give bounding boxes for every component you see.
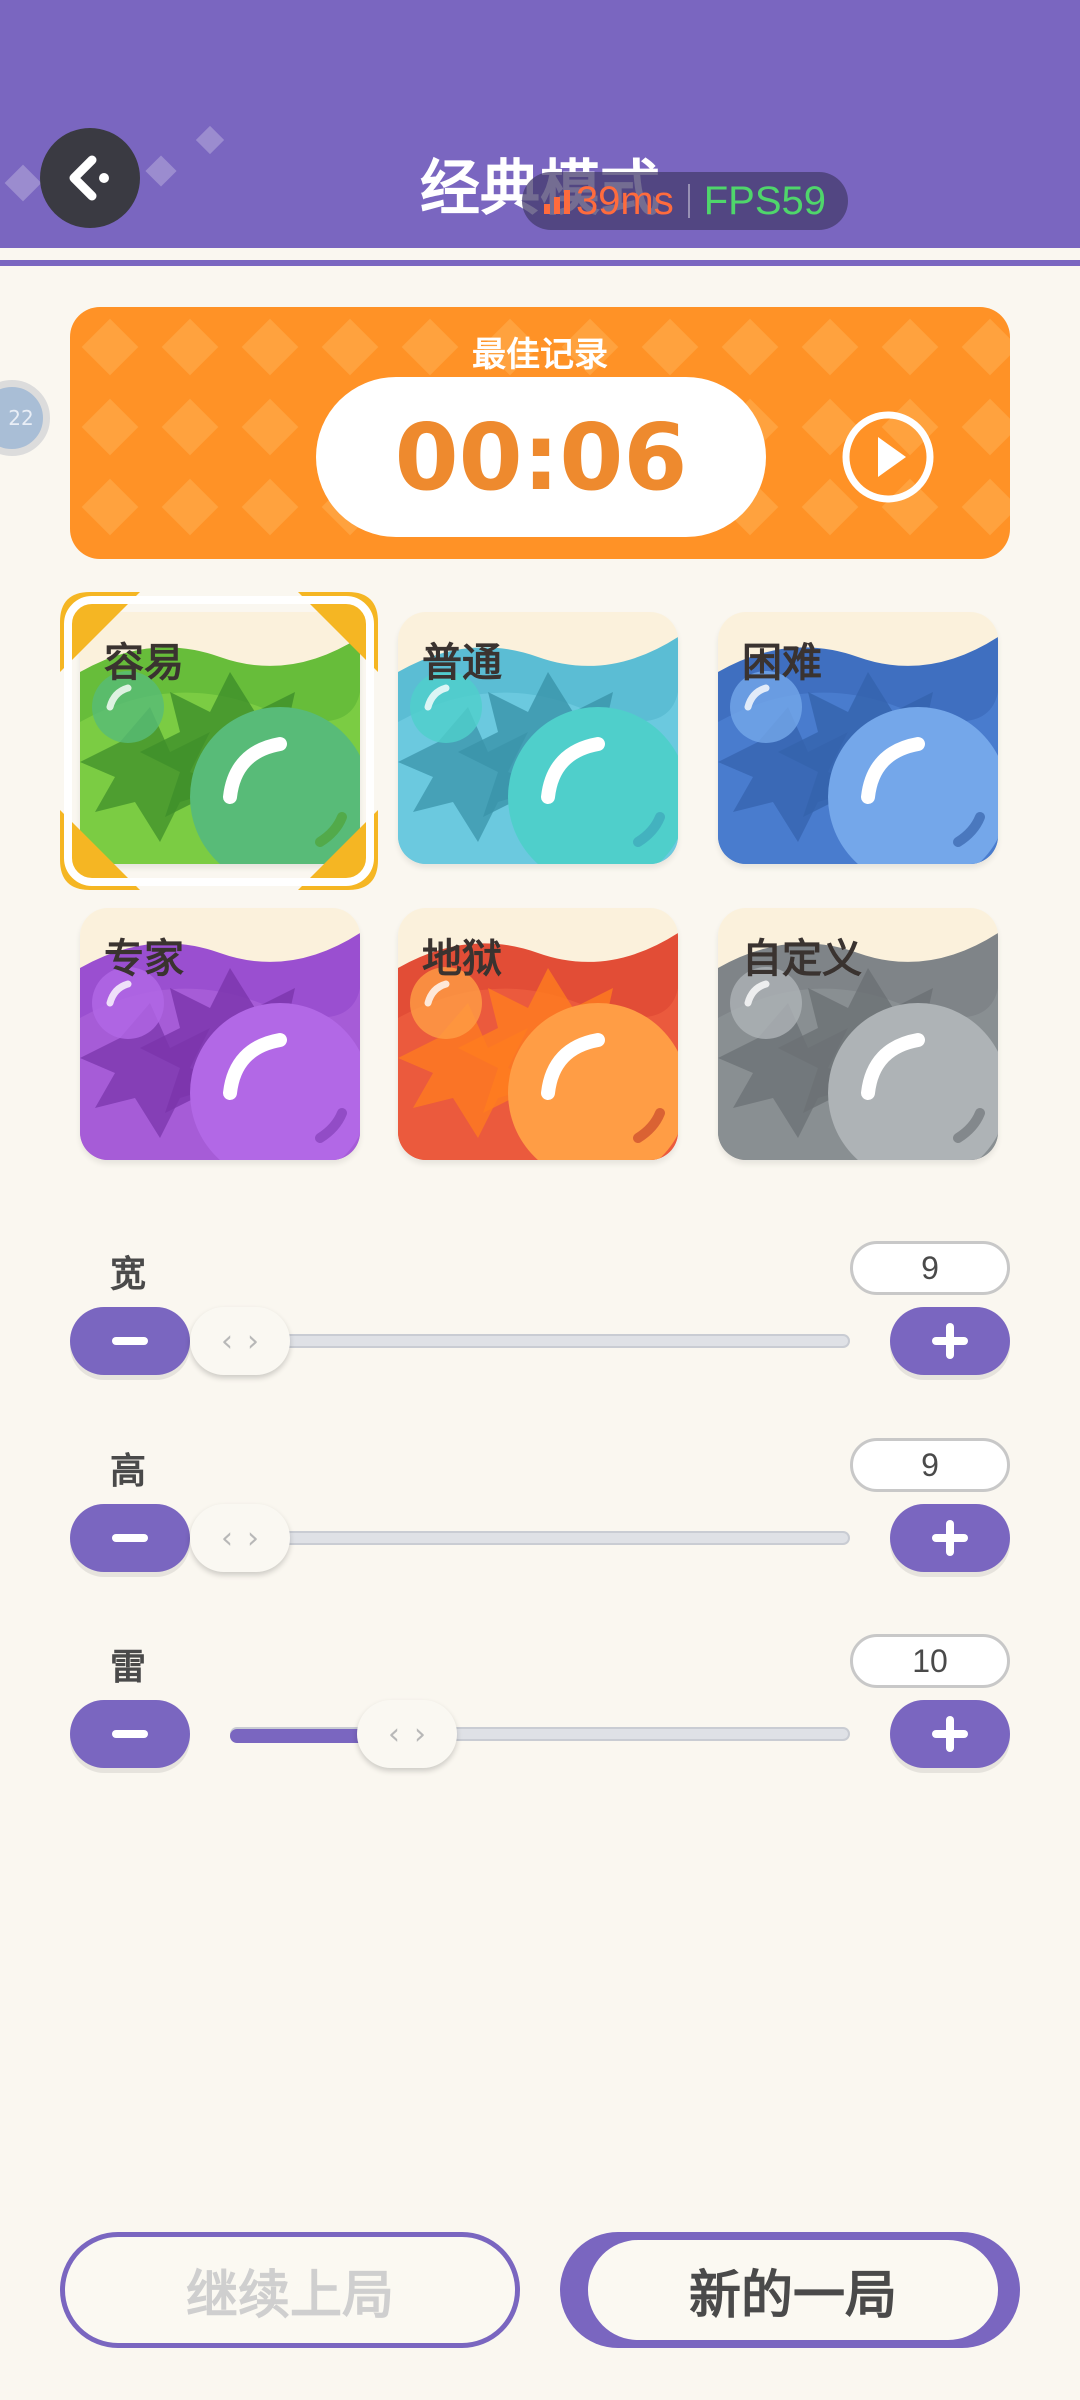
plus-icon <box>932 1520 968 1556</box>
difficulty-tile-2[interactable]: 普通 <box>398 612 678 864</box>
setting-value-field[interactable]: 9 <box>850 1438 1010 1492</box>
increase-button[interactable] <box>890 1504 1010 1572</box>
difficulty-label: 容易 <box>104 640 184 686</box>
new-game-label: 新的一局 <box>588 2240 998 2340</box>
best-record-time: 00:06 <box>316 377 766 537</box>
side-timer-text: 22 <box>8 406 34 430</box>
chevron-right-icon: › <box>414 1716 426 1752</box>
chevron-right-icon: › <box>247 1520 259 1556</box>
network-status-badge: 39ms FPS59 <box>522 172 848 230</box>
minus-icon <box>112 1534 148 1542</box>
setting-value: 9 <box>921 1249 939 1286</box>
side-timer-badge[interactable]: 22 <box>0 380 50 456</box>
ping-readout: 39ms <box>543 178 674 224</box>
plus-icon <box>932 1323 968 1359</box>
chevron-left-icon: ‹ <box>221 1323 233 1359</box>
play-replay-icon[interactable] <box>840 409 936 505</box>
setting-label: 高 <box>110 1451 147 1492</box>
decrease-button[interactable] <box>70 1700 190 1768</box>
badge-divider <box>687 184 690 218</box>
increase-button[interactable] <box>890 1700 1010 1768</box>
continue-game-button[interactable]: 继续上局 <box>60 2232 520 2348</box>
setting-value: 10 <box>912 1642 948 1679</box>
difficulty-label: 地狱 <box>422 936 502 982</box>
chevron-right-icon: › <box>247 1323 259 1359</box>
best-record-card: 最佳记录 00:06 <box>70 307 1010 559</box>
slider-knob[interactable]: ‹ › <box>190 1307 290 1375</box>
difficulty-label: 自定义 <box>742 936 862 982</box>
slider-knob[interactable]: ‹ › <box>357 1700 457 1768</box>
setting-label: 雷 <box>110 1647 147 1688</box>
decrease-button[interactable] <box>70 1504 190 1572</box>
difficulty-tile-4[interactable]: 专家 <box>80 908 360 1160</box>
difficulty-tile-5[interactable]: 地狱 <box>398 908 678 1160</box>
difficulty-label: 专家 <box>104 936 184 982</box>
difficulty-label: 普通 <box>422 640 502 686</box>
chevron-left-icon: ‹ <box>221 1520 233 1556</box>
increase-button[interactable] <box>890 1307 1010 1375</box>
header-divider <box>0 248 1080 266</box>
new-game-button[interactable]: 新的一局 <box>560 2232 1020 2348</box>
chevron-left-icon: ‹ <box>388 1716 400 1752</box>
setting-value-field[interactable]: 10 <box>850 1634 1010 1688</box>
ping-value: 39ms <box>575 178 674 223</box>
signal-bars-icon <box>543 190 570 214</box>
fps-value: FPS59 <box>703 178 827 223</box>
best-record-label: 最佳记录 <box>472 335 608 375</box>
setting-label: 宽 <box>110 1254 147 1295</box>
minus-icon <box>112 1730 148 1738</box>
slider-knob[interactable]: ‹ › <box>190 1504 290 1572</box>
difficulty-tile-3[interactable]: 困难 <box>718 612 998 864</box>
slider-track[interactable] <box>230 1531 850 1545</box>
continue-game-label: 继续上局 <box>185 2265 394 2326</box>
plus-icon <box>932 1716 968 1752</box>
setting-value-field[interactable]: 9 <box>850 1241 1010 1295</box>
header-bar: 经典模式 39ms FPS59 <box>0 0 1080 248</box>
slider-track[interactable] <box>230 1334 850 1348</box>
minus-icon <box>112 1337 148 1345</box>
decrease-button[interactable] <box>70 1307 190 1375</box>
difficulty-label: 困难 <box>742 640 822 686</box>
setting-value: 9 <box>921 1446 939 1483</box>
difficulty-tile-6[interactable]: 自定义 <box>718 908 998 1160</box>
difficulty-tile-1[interactable]: 容易 <box>80 612 360 864</box>
